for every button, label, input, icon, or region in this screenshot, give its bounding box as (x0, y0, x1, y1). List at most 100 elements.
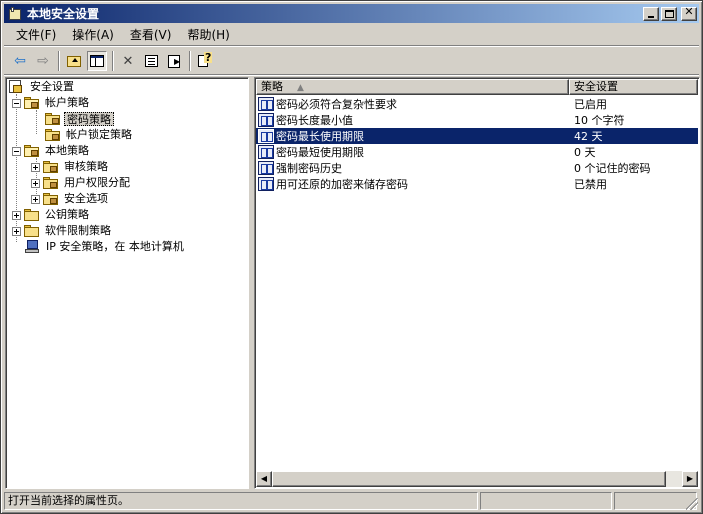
forward-arrow-icon: ⇨ (37, 53, 49, 69)
scroll-right-button[interactable]: ▶ (682, 471, 698, 487)
folder-up-icon (67, 55, 81, 67)
folder-icon (43, 192, 59, 206)
policy-setting: 已启用 (574, 98, 607, 111)
export-icon (168, 54, 180, 68)
policy-setting: 已禁用 (574, 178, 607, 191)
maximize-button[interactable] (661, 6, 677, 21)
tree-item-security-options[interactable]: 安全选项 (31, 191, 110, 207)
tree-item-account-lockout-policy[interactable]: 帐户锁定策略 (45, 127, 134, 143)
folder-icon (45, 128, 61, 142)
back-arrow-icon: ⇦ (14, 53, 26, 69)
help-icon: ? (198, 52, 213, 68)
console-tree[interactable]: 安全设置 帐户策略 密码策略 帐户锁定策略 本地策略 审核策略 用户权限分配 安… (5, 77, 249, 489)
menu-view[interactable]: 查看(V) (122, 26, 180, 44)
collapse-icon[interactable] (12, 146, 21, 156)
scroll-left-button[interactable]: ◀ (256, 471, 272, 487)
tree-item-security-settings[interactable]: 安全设置 (8, 79, 76, 95)
title-bar[interactable]: 本地安全设置 ✕ (4, 4, 699, 23)
expand-icon[interactable] (31, 162, 40, 172)
menu-action[interactable]: 操作(A) (64, 26, 122, 44)
folder-icon (45, 112, 61, 126)
tree-item-public-key-policies[interactable]: 公钥策略 (12, 207, 91, 223)
scroll-left-icon: ◀ (260, 474, 268, 483)
policy-icon (258, 145, 274, 159)
tree-item-ip-security-policies[interactable]: IP 安全策略，在 本地计算机 (24, 239, 186, 255)
minimize-button[interactable] (643, 6, 659, 21)
menu-bar: 文件(F) 操作(A) 查看(V) 帮助(H) (4, 25, 699, 45)
forward-button[interactable]: ⇨ (33, 51, 53, 71)
ip-security-icon (24, 239, 40, 255)
export-list-button[interactable] (164, 51, 184, 71)
folder-icon (24, 208, 40, 222)
tree-label: 帐户策略 (45, 96, 89, 109)
policy-icon (258, 97, 274, 111)
toolbar-separator (58, 51, 60, 71)
toolbar-separator-line (4, 74, 699, 76)
horizontal-scrollbar[interactable]: ◀ ▶ (256, 471, 698, 487)
scrollbar-thumb[interactable] (272, 471, 666, 487)
folder-icon (43, 160, 59, 174)
tree-label: 软件限制策略 (45, 224, 111, 237)
table-row[interactable]: 强制密码历史 0 个记住的密码 (256, 160, 698, 176)
status-bar: 打开当前选择的属性页。 (4, 492, 699, 511)
expand-icon[interactable] (12, 210, 21, 220)
menu-help[interactable]: 帮助(H) (179, 26, 237, 44)
tree-item-software-restriction-policies[interactable]: 软件限制策略 (12, 223, 113, 239)
tree-item-account-policies[interactable]: 帐户策略 (12, 95, 91, 111)
table-row-selected[interactable]: 密码最长使用期限 42 天 (256, 128, 698, 144)
toolbar-separator (112, 51, 114, 71)
table-row[interactable]: 密码长度最小值 10 个字符 (256, 112, 698, 128)
tree-label: 安全设置 (30, 80, 74, 93)
column-header-policy[interactable]: 策略 ▲ (256, 79, 569, 95)
properties-icon (144, 55, 158, 67)
expand-icon[interactable] (31, 178, 40, 188)
maximize-icon (665, 9, 674, 18)
up-one-level-button[interactable] (64, 51, 84, 71)
folder-open-icon (24, 144, 40, 158)
collapse-icon[interactable] (12, 98, 21, 108)
app-icon (7, 6, 23, 22)
status-panel-3 (614, 492, 697, 510)
tree-item-user-rights-assignment[interactable]: 用户权限分配 (31, 175, 132, 191)
column-headers: 策略 ▲ 安全设置 (256, 79, 698, 95)
policy-name: 密码长度最小值 (276, 114, 353, 127)
tree-label: 审核策略 (64, 160, 108, 173)
help-button[interactable]: ? (195, 51, 215, 71)
toolbar-separator (189, 51, 191, 71)
local-security-settings-window: 本地安全设置 ✕ 文件(F) 操作(A) 查看(V) 帮助(H) ⇦ ⇨ ✕ ?… (0, 0, 703, 514)
resize-grip-icon[interactable] (686, 498, 698, 510)
back-button[interactable]: ⇦ (10, 51, 30, 71)
menu-separator (4, 45, 699, 47)
table-row[interactable]: 密码必须符合复杂性要求 已启用 (256, 96, 698, 112)
delete-icon: ✕ (122, 53, 134, 69)
scrollbar-track[interactable] (666, 471, 682, 487)
policy-setting: 42 天 (574, 130, 603, 143)
folder-icon (43, 176, 59, 190)
table-row[interactable]: 密码最短使用期限 0 天 (256, 144, 698, 160)
toolbar: ⇦ ⇨ ✕ ? (4, 48, 699, 74)
close-button[interactable]: ✕ (681, 4, 697, 21)
folder-icon (24, 224, 40, 238)
tree-item-local-policies[interactable]: 本地策略 (12, 143, 91, 159)
folder-open-icon (24, 96, 40, 110)
window-title: 本地安全设置 (27, 7, 100, 21)
expand-icon[interactable] (31, 194, 40, 204)
delete-button[interactable]: ✕ (118, 51, 138, 71)
console-tree-icon (90, 55, 104, 67)
close-icon: ✕ (684, 4, 694, 18)
table-row[interactable]: 用可还原的加密来储存密码 已禁用 (256, 176, 698, 192)
tree-item-password-policy[interactable]: 密码策略 (45, 111, 114, 127)
expand-icon[interactable] (12, 226, 21, 236)
column-header-security-setting[interactable]: 安全设置 (569, 79, 698, 95)
policy-icon (258, 177, 274, 191)
status-panel-2 (480, 492, 612, 510)
policy-setting: 10 个字符 (574, 114, 625, 127)
scroll-right-icon: ▶ (686, 474, 694, 483)
menu-file[interactable]: 文件(F) (8, 26, 64, 44)
policy-icon (258, 129, 274, 143)
properties-button[interactable] (141, 51, 161, 71)
show-hide-tree-button[interactable] (87, 51, 107, 71)
tree-label: 用户权限分配 (64, 176, 130, 189)
tree-item-audit-policy[interactable]: 审核策略 (31, 159, 110, 175)
tree-label: 帐户锁定策略 (66, 128, 132, 141)
